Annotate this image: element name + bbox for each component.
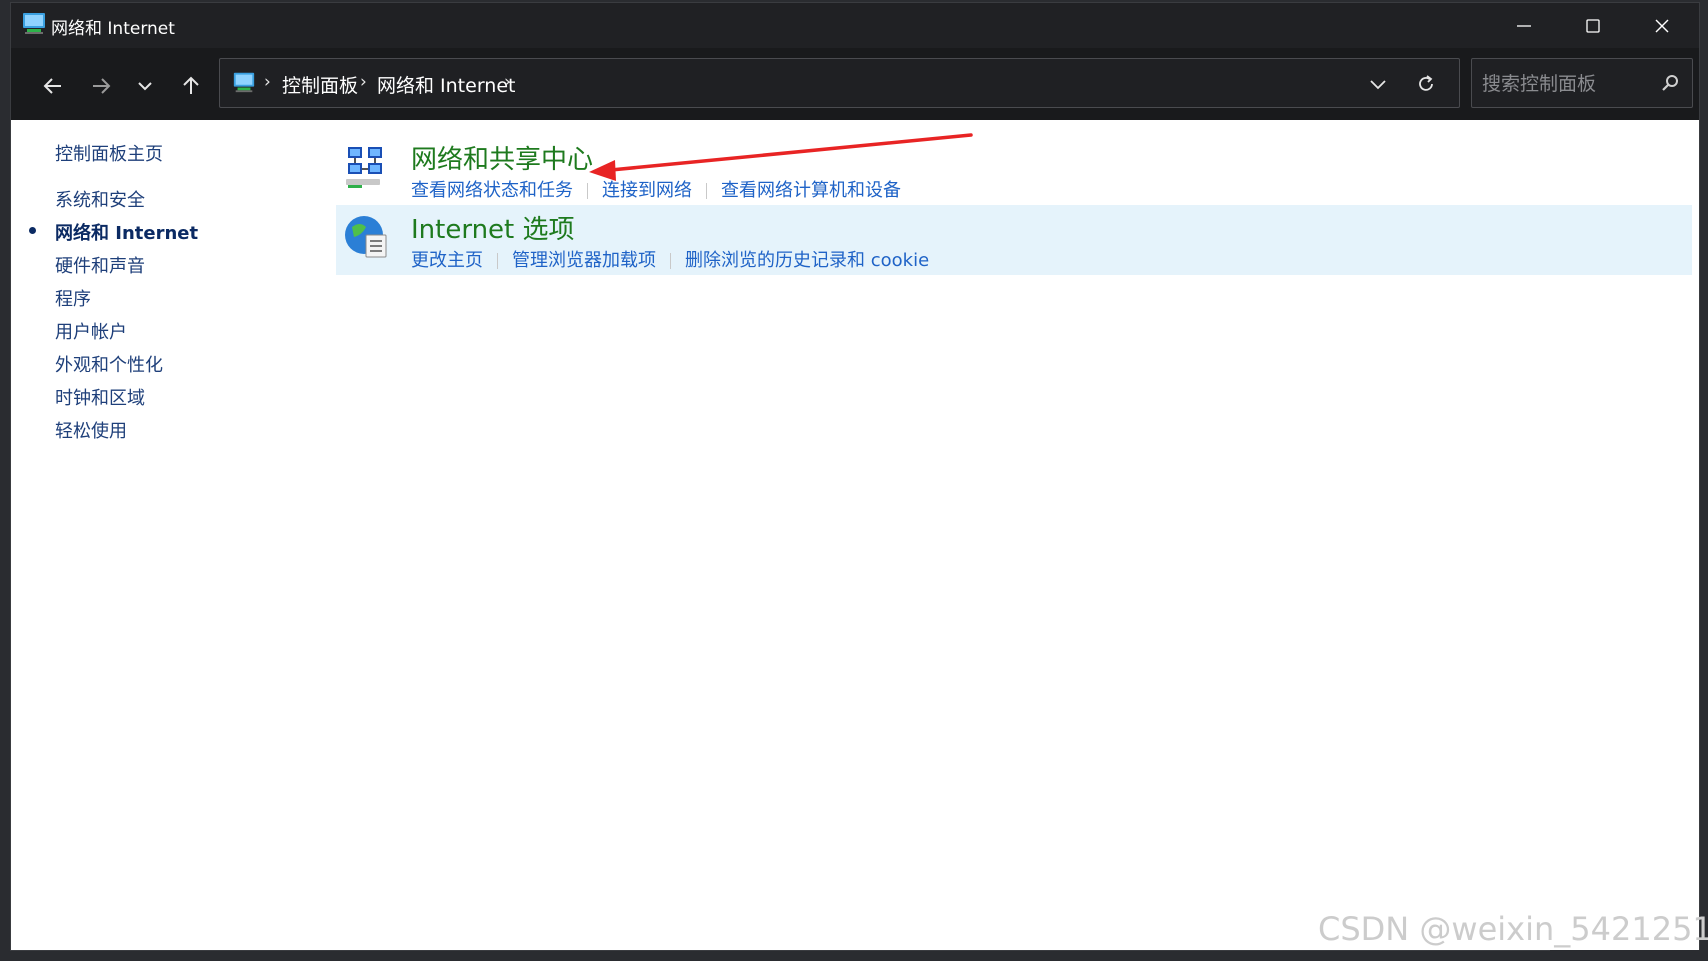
annotation-arrow-icon — [589, 133, 973, 181]
watermark-text: CSDN @weixin_54212519 — [1318, 910, 1708, 948]
control-panel-window: 网络和 Internet › 控制面板 › 网络和 Internet › 搜索控… — [11, 3, 1699, 950]
background-window-strip — [1550, 950, 1708, 961]
